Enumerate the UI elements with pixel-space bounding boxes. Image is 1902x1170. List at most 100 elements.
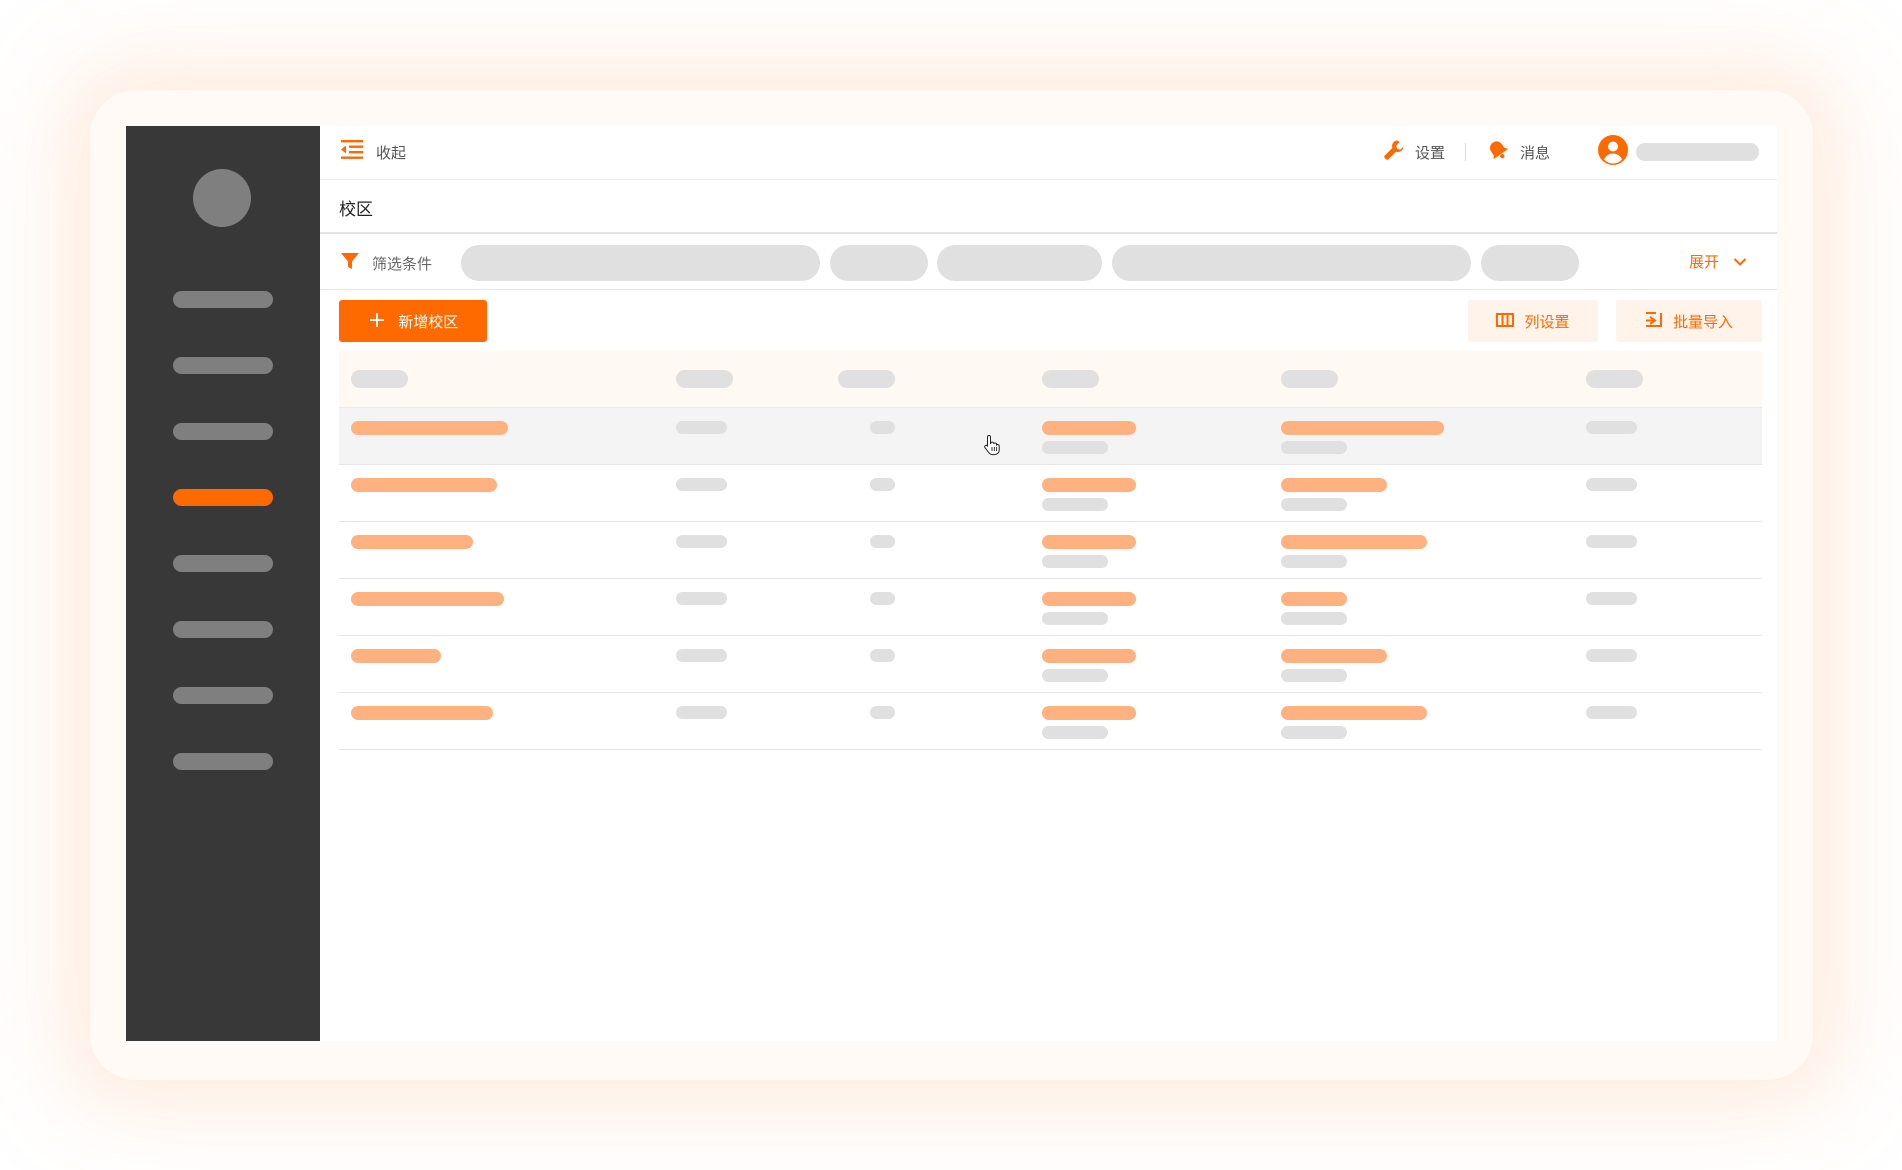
cell-col4-secondary <box>1042 498 1108 511</box>
cell-col5-secondary <box>1281 726 1347 739</box>
page-title: 校区 <box>339 200 373 220</box>
title-bar: 校区 <box>320 180 1777 234</box>
table-row[interactable] <box>339 636 1762 693</box>
expand-filters-button[interactable]: 展开 <box>1689 251 1747 272</box>
cell-col2 <box>676 478 727 491</box>
cell-col5-primary <box>1281 592 1347 606</box>
column-header-3[interactable] <box>838 370 895 388</box>
user-avatar-icon[interactable] <box>1598 135 1628 169</box>
messages-link[interactable]: 消息 <box>1486 139 1550 165</box>
wrench-icon <box>1383 139 1405 165</box>
table-row[interactable] <box>339 522 1762 579</box>
top-bar-actions: 设置 消息 <box>1383 135 1759 169</box>
collapse-button[interactable]: 收起 <box>340 140 406 164</box>
filter-field-1[interactable] <box>461 245 820 281</box>
cell-col5-primary <box>1281 649 1387 663</box>
plus-icon: + <box>367 308 387 333</box>
sidebar-logo[interactable] <box>193 169 251 227</box>
cell-col3 <box>870 706 895 719</box>
cell-col6 <box>1586 478 1637 491</box>
cell-col3 <box>870 649 895 662</box>
add-campus-label: 新增校区 <box>398 312 459 331</box>
column-header-6[interactable] <box>1586 370 1643 388</box>
cell-name <box>351 649 441 663</box>
user-name-placeholder[interactable] <box>1636 143 1759 161</box>
cell-col4-primary <box>1042 649 1136 663</box>
cell-col4-secondary <box>1042 555 1108 568</box>
hand-pointer-cursor-icon <box>983 434 1001 456</box>
cell-col6 <box>1586 421 1637 434</box>
table-row[interactable] <box>339 693 1762 750</box>
cell-col2 <box>676 592 727 605</box>
cell-col6 <box>1586 706 1637 719</box>
cell-col3 <box>870 535 895 548</box>
cell-name <box>351 535 473 549</box>
cell-name <box>351 478 497 492</box>
cell-col5-primary <box>1281 478 1387 492</box>
columns-icon <box>1496 312 1515 331</box>
sidebar-item-2[interactable] <box>173 357 273 374</box>
add-campus-button[interactable]: + 新增校区 <box>339 300 487 342</box>
cell-col5-primary <box>1281 535 1427 549</box>
campus-table <box>339 351 1762 750</box>
cell-col4-primary <box>1042 478 1136 492</box>
sidebar-item-3[interactable] <box>173 423 273 440</box>
cell-col3 <box>870 592 895 605</box>
cell-col5-primary <box>1281 706 1427 720</box>
filter-field-2[interactable] <box>830 245 928 281</box>
filter-icon <box>340 251 360 275</box>
sidebar-item-8[interactable] <box>173 753 273 770</box>
cell-col5-secondary <box>1281 555 1347 568</box>
collapse-label: 收起 <box>376 143 407 162</box>
expand-label: 展开 <box>1688 253 1719 271</box>
table-row[interactable] <box>339 465 1762 522</box>
cell-col2 <box>676 421 727 434</box>
cell-col6 <box>1586 535 1637 548</box>
cell-col3 <box>870 478 895 491</box>
import-icon <box>1645 311 1663 331</box>
sidebar-item-6[interactable] <box>173 621 273 638</box>
table-row[interactable] <box>339 579 1762 636</box>
bell-icon <box>1486 139 1510 165</box>
settings-link[interactable]: 设置 <box>1383 139 1445 165</box>
sidebar-item-7[interactable] <box>173 687 273 704</box>
bulk-import-label: 批量导入 <box>1672 312 1733 331</box>
top-bar: 收起 设置 消息 <box>320 126 1777 180</box>
menu-collapse-icon <box>340 139 364 165</box>
app-window: 收起 设置 消息 校区 筛选条件 展开 + 新增校区 列设置 批量导入 <box>126 126 1777 1041</box>
cell-col6 <box>1586 592 1637 605</box>
cell-col5-primary <box>1281 421 1444 435</box>
sidebar-item-4-active[interactable] <box>173 489 273 506</box>
cell-col5-secondary <box>1281 612 1347 625</box>
cell-col4-primary <box>1042 706 1136 720</box>
column-settings-button[interactable]: 列设置 <box>1468 300 1598 342</box>
messages-label: 消息 <box>1519 143 1550 162</box>
column-settings-label: 列设置 <box>1524 312 1570 331</box>
column-header-1[interactable] <box>351 370 408 388</box>
filter-label-group: 筛选条件 <box>340 251 432 275</box>
cell-col5-secondary <box>1281 669 1347 682</box>
filter-field-4[interactable] <box>1112 245 1471 281</box>
column-header-4[interactable] <box>1042 370 1099 388</box>
bulk-import-button[interactable]: 批量导入 <box>1616 300 1762 342</box>
main-content: 收起 设置 消息 校区 筛选条件 展开 + 新增校区 列设置 批量导入 <box>320 126 1777 1041</box>
page-background: 收起 设置 消息 校区 筛选条件 展开 + 新增校区 列设置 批量导入 <box>0 0 1902 1170</box>
cell-col5-secondary <box>1281 498 1347 511</box>
cell-col4-primary <box>1042 535 1136 549</box>
sidebar-item-5[interactable] <box>173 555 273 572</box>
cell-col2 <box>676 649 727 662</box>
table-header <box>339 351 1762 408</box>
table-row[interactable] <box>339 408 1762 465</box>
cell-name <box>351 706 493 720</box>
top-bar-divider <box>1464 143 1466 161</box>
sidebar-item-1[interactable] <box>173 291 273 308</box>
filter-field-3[interactable] <box>937 245 1102 281</box>
sidebar <box>126 126 320 1041</box>
cell-col4-primary <box>1042 592 1136 606</box>
filter-bar: 筛选条件 展开 <box>320 234 1777 290</box>
cell-col2 <box>676 535 727 548</box>
column-header-2[interactable] <box>676 370 733 388</box>
cell-col4-primary <box>1042 421 1136 435</box>
filter-field-5[interactable] <box>1481 245 1579 281</box>
column-header-5[interactable] <box>1281 370 1338 388</box>
